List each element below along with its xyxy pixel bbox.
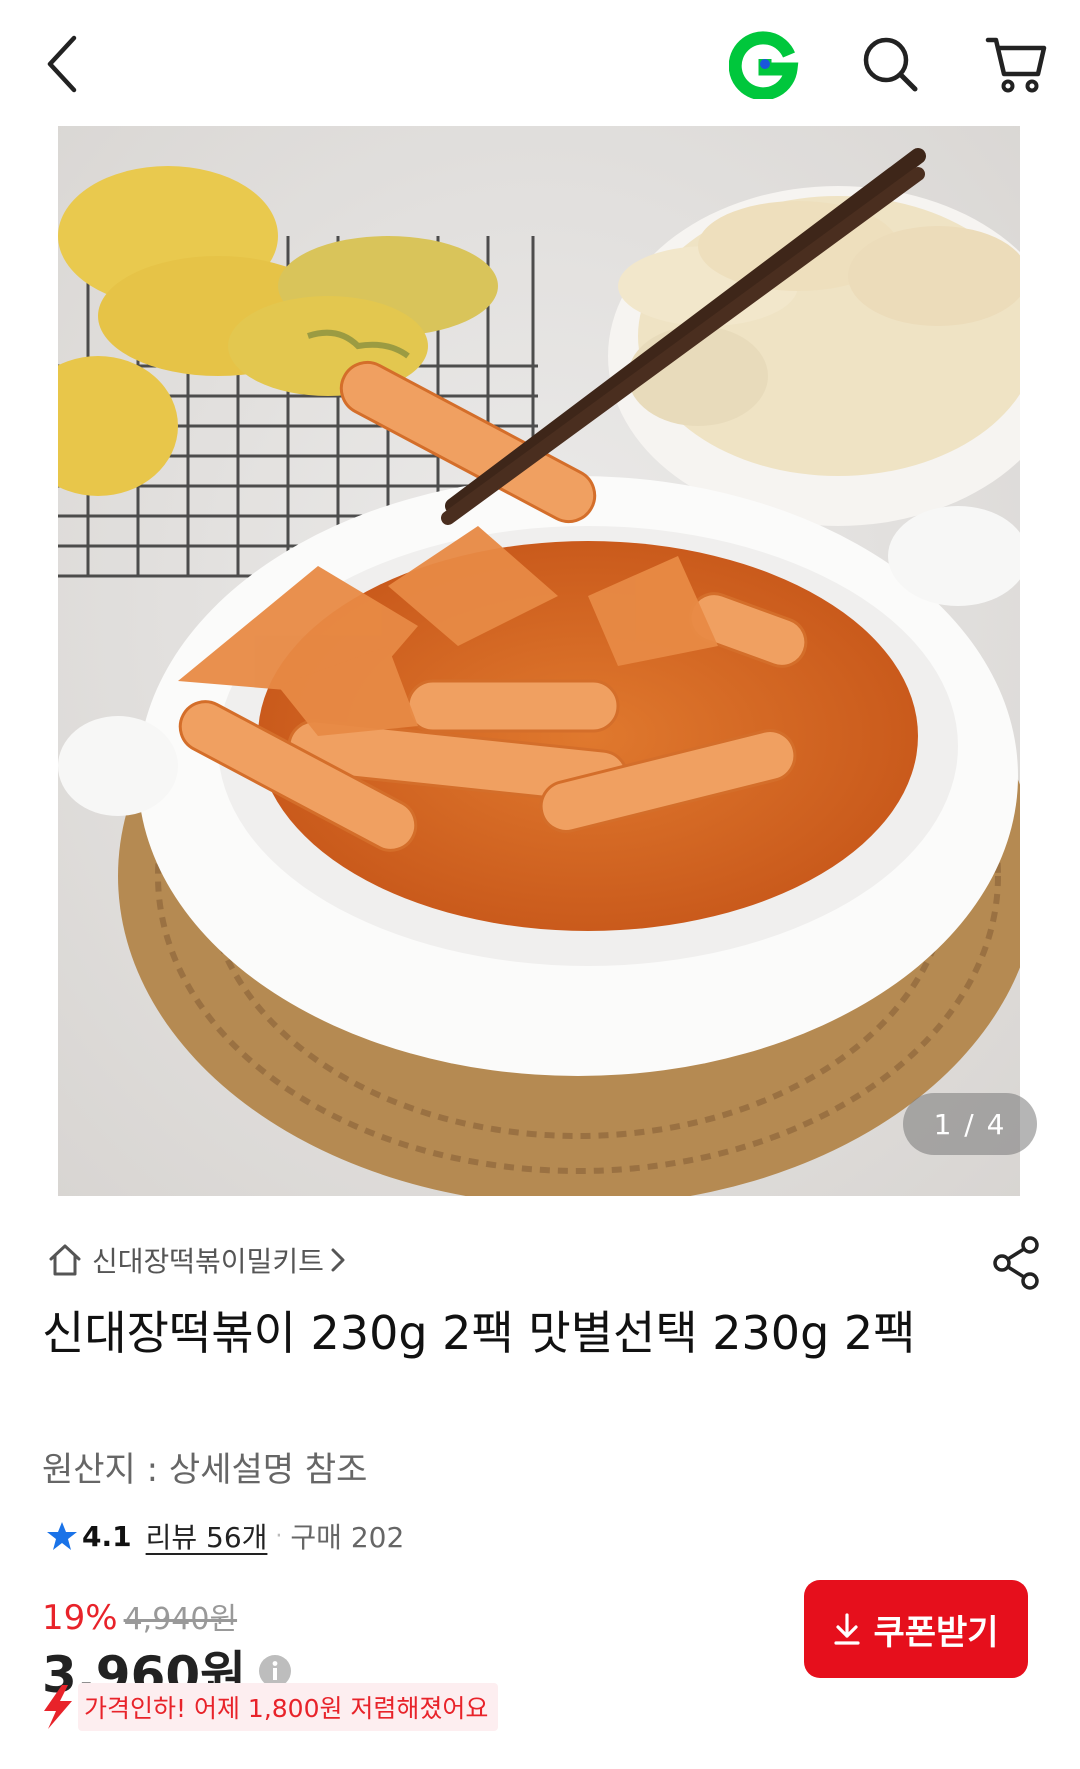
chevron-right-icon (331, 1248, 345, 1272)
share-button[interactable] (990, 1235, 1042, 1291)
back-button[interactable] (34, 26, 90, 102)
coupon-download-button[interactable]: 쿠폰받기 (804, 1580, 1028, 1678)
chevron-left-icon (47, 35, 77, 93)
discount-row: 19% 4,940원 (42, 1594, 237, 1640)
discount-rate: 19% (42, 1598, 118, 1638)
share-icon (993, 1236, 1039, 1290)
g-logo-button[interactable] (726, 26, 802, 102)
breadcrumb-label: 신대장떡볶이밀키트 (92, 1245, 324, 1278)
rating-score: 4.1 (82, 1519, 132, 1553)
home-icon (49, 1244, 81, 1276)
review-count-link[interactable]: 리뷰 56개 (146, 1516, 268, 1556)
image-page-indicator: 1 / 4 (903, 1093, 1037, 1155)
purchase-count: 구매 202 (290, 1521, 405, 1554)
original-price: 4,940원 (123, 1602, 238, 1637)
product-image-gallery[interactable] (58, 126, 1020, 1196)
rating-row: 4.1 리뷰 56개 · 구매 202 (46, 1514, 404, 1558)
separator-dot: · (275, 1523, 283, 1549)
star-icon (47, 1522, 77, 1550)
search-button[interactable] (852, 26, 928, 102)
product-origin: 원산지 : 상세설명 참조 (42, 1450, 368, 1490)
product-photo (58, 126, 1020, 1196)
product-title: 신대장떡볶이 230g 2팩 맛별선택 230g 2팩 (42, 1306, 916, 1360)
top-bar (0, 0, 1080, 126)
download-arrow-icon (834, 1613, 861, 1645)
search-icon (863, 37, 918, 92)
cart-button[interactable] (978, 26, 1054, 102)
price-down-bolt-icon (44, 1685, 72, 1729)
g-logo-icon (729, 31, 799, 99)
price-drop-text: 가격인하! 어제 1,800원 저렴해졌어요 (78, 1683, 499, 1731)
coupon-label: 쿠폰받기 (873, 1612, 999, 1653)
breadcrumb[interactable]: 신대장떡볶이밀키트 (46, 1238, 346, 1282)
cart-icon (985, 37, 1047, 93)
price-drop-notice: 가격인하! 어제 1,800원 저렴해졌어요 (38, 1682, 499, 1732)
